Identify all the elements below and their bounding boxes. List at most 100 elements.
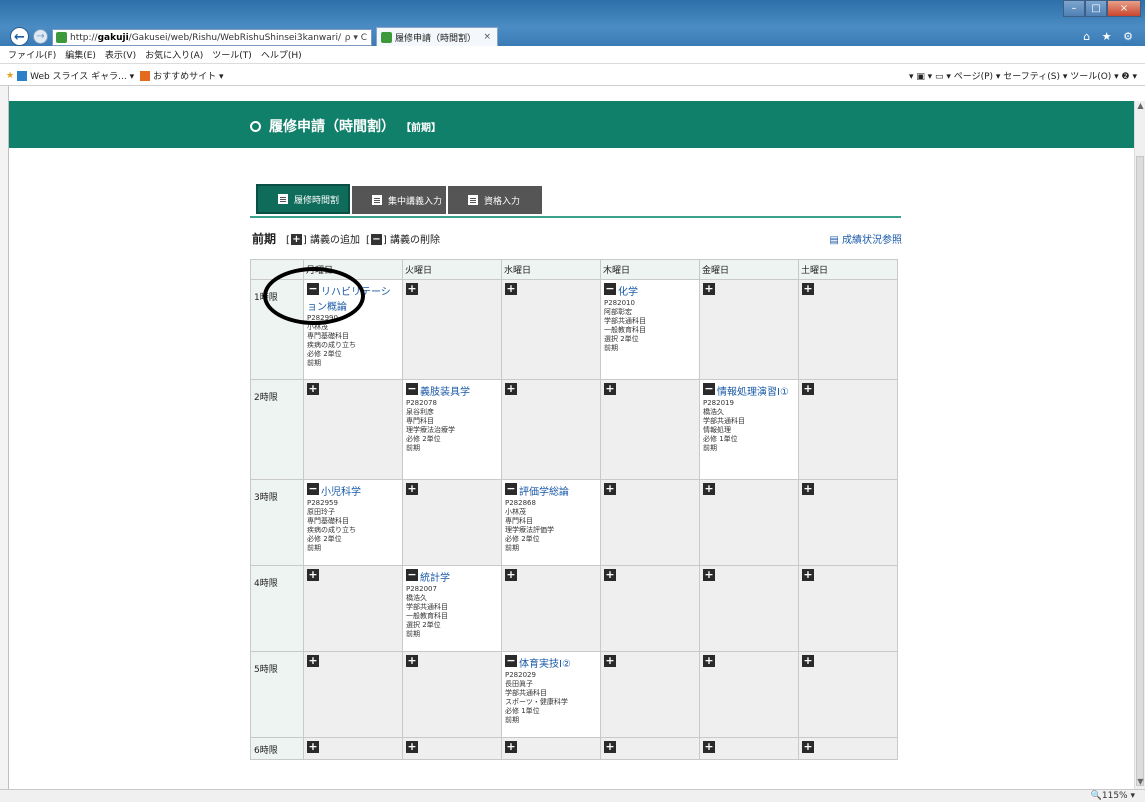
menu-tools[interactable]: ツール(T) [212,48,252,61]
address-controls[interactable]: ρ ▾ C [341,33,371,43]
remove-course-button[interactable]: − [505,483,517,495]
remove-course-button[interactable]: − [406,383,418,395]
home-favorites-settings-icons[interactable]: ⌂ ★ ⚙ [1083,30,1137,43]
course-name-link[interactable]: 小児科学 [321,487,361,498]
grades-link[interactable]: ▤ 成績状況参照 [829,231,902,246]
remove-course-button[interactable]: − [703,383,715,395]
add-course-button[interactable]: + [406,483,418,495]
add-course-button[interactable]: + [802,655,814,667]
timetable-cell-empty: + [699,565,799,652]
day-header: 木曜日 [600,259,700,280]
remove-course-button[interactable]: − [307,483,319,495]
timetable-cell-course: − 小児科学 P282959 原田玲子 専門基礎科目 疾病の成り立ち 必修 2単位 前期 [303,479,403,566]
add-course-button[interactable]: + [307,383,319,395]
add-course-button[interactable]: + [307,569,319,581]
zoom-level[interactable]: 🔍115% ▾ [1091,791,1135,801]
course-teacher: 原田玲子 [307,508,335,516]
add-course-button[interactable]: + [703,741,715,753]
address-bar[interactable]: http://gakuji/Gakusei/web/Rishu/WebRishu… [52,29,372,46]
period-label: 3時限 [250,479,304,566]
tab-timetable[interactable]: 履修時間割 [256,184,350,214]
add-course-button[interactable]: + [406,283,418,295]
course-name-link[interactable]: 体育実技Ⅰ② [519,659,571,670]
add-course-button[interactable]: + [307,741,319,753]
add-course-button[interactable]: + [307,655,319,667]
add-course-button[interactable]: + [505,283,517,295]
add-course-button[interactable]: + [802,283,814,295]
forward-button[interactable]: → [33,29,48,44]
add-course-button[interactable]: + [703,655,715,667]
menu-favorites[interactable]: お気に入り(A) [145,48,203,61]
url-path: /Gakusei/web/Rishu/WebRishuShinsei3kanwa… [128,32,341,43]
add-course-button[interactable]: + [505,741,517,753]
period-label: 6時限 [250,737,304,760]
menu-file[interactable]: ファイル(F) [8,48,56,61]
add-course-button[interactable]: + [703,569,715,581]
course-name-link[interactable]: 化学 [618,287,638,298]
minus-icon: − [370,234,382,245]
timetable-cell-empty: + [303,651,403,738]
fav-web-slice[interactable]: Web スライス ギャラ... ▾ [30,69,134,82]
favorites-star-icon[interactable]: ★ [6,71,14,81]
vertical-scrollbar[interactable]: ▲ ▼ [1134,101,1145,789]
scroll-up-icon[interactable]: ▲ [1135,101,1145,113]
timetable-cell-course: − 情報処理演習Ⅰ① P282019 橋浩久 学部共通科目 情報処理 必修 1単位 前期 [699,379,799,480]
menu-edit[interactable]: 編集(E) [65,48,96,61]
course-credits: 必修 1単位 [703,435,738,443]
course-info: P282007 橋浩久 学部共通科目 一般教育科目 選択 2単位 前期 [406,585,498,639]
add-course-button[interactable]: + [802,741,814,753]
address-url[interactable]: http://gakuji/Gakusei/web/Rishu/WebRishu… [70,33,341,43]
legend-remove: [−] 講義の削除 [366,234,441,246]
add-course-button[interactable]: + [604,741,616,753]
course-name-link[interactable]: 評価学総論 [519,487,569,498]
add-course-button[interactable]: + [604,655,616,667]
legend-add-label: 講義の追加 [310,234,361,246]
maximize-button[interactable]: □ [1085,0,1107,17]
minimize-button[interactable]: – [1063,0,1085,17]
course-code: P282019 [703,399,734,407]
browser-tab-active[interactable]: 履修申請（時間割） × [376,27,498,46]
course-name-link[interactable]: 情報処理演習Ⅰ① [717,387,789,398]
site-favicon-icon [56,32,67,43]
fav-suggested-sites[interactable]: おすすめサイト ▾ [153,69,223,82]
add-course-button[interactable]: + [802,383,814,395]
remove-course-button[interactable]: − [604,283,616,295]
add-course-button[interactable]: + [604,569,616,581]
course-name-link[interactable]: 統計学 [420,573,450,584]
add-course-button[interactable]: + [505,569,517,581]
course-term: 前期 [406,630,420,638]
table-row: 6時限 + + + + + + [250,737,898,760]
tab-qualification[interactable]: 資格入力 [448,186,542,214]
add-course-button[interactable]: + [802,569,814,581]
course-subcategory: 一般教育科目 [604,326,646,334]
course-subcategory: 疾病の成り立ち [307,526,356,534]
add-course-button[interactable]: + [406,741,418,753]
add-course-button[interactable]: + [703,483,715,495]
timetable-cell-empty: + [600,651,700,738]
scroll-thumb[interactable] [1136,156,1144,786]
back-button[interactable]: ← [10,27,29,46]
menu-help[interactable]: ヘルプ(H) [261,48,302,61]
timetable-cell-empty: + [798,479,898,566]
add-course-button[interactable]: + [505,383,517,395]
course-subcategory: 一般教育科目 [406,612,448,620]
add-course-button[interactable]: + [604,483,616,495]
close-window-button[interactable]: × [1107,0,1141,17]
command-bar[interactable]: ▾ ▣ ▾ ▭ ▾ ページ(P) ▾ セーフティ(S) ▾ ツール(O) ▾ ❷… [909,69,1137,82]
window-left-border [0,86,9,789]
tab-close-icon[interactable]: × [483,32,491,42]
add-course-button[interactable]: + [604,383,616,395]
add-course-button[interactable]: + [703,283,715,295]
tab-intensive-lecture[interactable]: 集中講義入力 [352,186,446,214]
course-subcategory: 理学療法評価学 [505,526,554,534]
course-name-link[interactable]: 義肢装具学 [420,387,470,398]
scroll-down-icon[interactable]: ▼ [1135,777,1145,789]
timetable-cell-empty: + [699,279,799,380]
add-course-button[interactable]: + [406,655,418,667]
timetable: 月曜日 火曜日 水曜日 木曜日 金曜日 土曜日 1時限 − リハビリテーション概論 P28299… [250,259,898,760]
period-label: 5時限 [250,651,304,738]
menu-view[interactable]: 表示(V) [105,48,136,61]
add-course-button[interactable]: + [802,483,814,495]
remove-course-button[interactable]: − [406,569,418,581]
remove-course-button[interactable]: − [505,655,517,667]
